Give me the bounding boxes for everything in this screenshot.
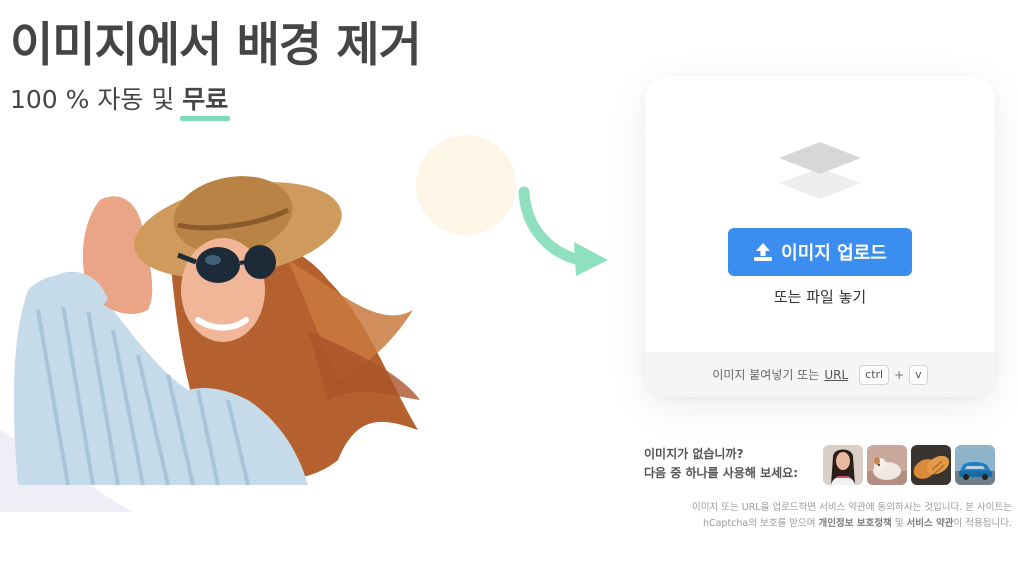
sample-thumb-woman[interactable]: [823, 445, 863, 485]
sample-thumb-car[interactable]: [955, 445, 995, 485]
privacy-policy-link[interactable]: 개인정보 보호정책: [818, 518, 891, 529]
legal-notice: 이미지 또는 URL을 업로드하면 서비스 약관에 동의하시는 것입니다. 본 …: [640, 500, 1012, 532]
subtitle-text: 100 % 자동 및: [10, 85, 183, 114]
page-subtitle: 100 % 자동 및 무료: [10, 80, 231, 121]
upload-button-label: 이미지 업로드: [781, 243, 887, 264]
decorative-circle: [416, 135, 516, 235]
url-link[interactable]: URL: [824, 368, 848, 382]
upload-card[interactable]: 이미지 업로드 또는 파일 놓기 이미지 붙여넣기 또는 URL ctrl + …: [645, 76, 995, 397]
hero-woman-photo: [13, 176, 420, 485]
sample-images-prompt: 이미지가 없습니까? 다음 중 하나를 사용해 보세요:: [644, 445, 798, 483]
terms-of-service-link[interactable]: 서비스 약관: [907, 518, 954, 529]
sample-prompt-line1: 이미지가 없습니까?: [644, 447, 744, 461]
paste-bar: 이미지 붙여넣기 또는 URL ctrl + v: [645, 352, 995, 397]
drop-file-text: 또는 파일 놓기: [773, 288, 867, 306]
sample-thumb-bread[interactable]: [911, 445, 951, 485]
legal-line1: 이미지 또는 URL을 업로드하면 서비스 약관에 동의하시는 것입니다. 본 …: [692, 502, 1012, 513]
upload-image-button[interactable]: 이미지 업로드: [728, 228, 912, 276]
legal-line2-c: 이 적용됩니다.: [953, 518, 1012, 529]
legal-line2-b: 및: [891, 518, 907, 529]
sample-thumb-dog[interactable]: [867, 445, 907, 485]
v-key: v: [909, 364, 928, 385]
plus-sign: +: [894, 367, 905, 382]
sample-prompt-line2: 다음 중 하나를 사용해 보세요:: [644, 466, 798, 480]
subtitle-highlight: 무료: [180, 80, 231, 121]
legal-line2-a: hCaptcha의 보호를 받으며: [702, 518, 819, 529]
legal-line2: hCaptcha의 보호를 받으며 개인정보 보호정책 및 서비스 약관이 적용…: [640, 516, 1012, 532]
paste-text: 이미지 붙여넣기 또는: [712, 368, 820, 382]
sample-thumbnails: [823, 445, 995, 485]
arrow-icon: [518, 186, 608, 276]
ctrl-key: ctrl: [859, 364, 890, 385]
upload-icon: [753, 242, 773, 262]
layers-icon: [779, 142, 861, 199]
page-title: 이미지에서 배경 제거: [10, 18, 422, 73]
